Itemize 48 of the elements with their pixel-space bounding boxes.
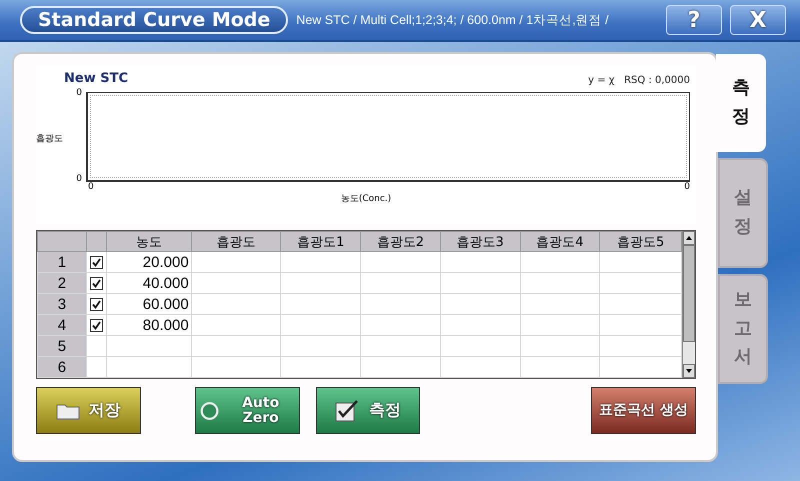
table-cell: 20.000 bbox=[106, 252, 192, 272]
axis-tick-label: 0 bbox=[76, 174, 82, 184]
save-button[interactable]: 저장 bbox=[36, 387, 141, 434]
close-button[interactable]: X bbox=[730, 5, 786, 35]
row-checkbox[interactable] bbox=[90, 298, 103, 312]
scroll-down-button[interactable] bbox=[683, 364, 695, 378]
row-number: 4 bbox=[38, 314, 86, 336]
chart-title: New STC bbox=[63, 71, 128, 86]
axis-tick-label: 0 bbox=[76, 88, 82, 98]
row-checkbox[interactable] bbox=[90, 277, 103, 290]
row-number: 1 bbox=[38, 252, 86, 272]
column-header: 흡광도 bbox=[191, 232, 281, 252]
curve-button[interactable]: 표준곡선 생성 bbox=[591, 387, 696, 434]
up-arrow-icon bbox=[686, 236, 692, 240]
column-header: 농도 bbox=[106, 232, 192, 252]
equation-label: y = χ RSQ : 0,0000 bbox=[588, 75, 690, 86]
side-tab[interactable]: 보고서 bbox=[718, 274, 768, 384]
table-cell: 80.000 bbox=[106, 314, 192, 336]
axis-tick-label: 0 bbox=[88, 182, 94, 192]
mode-title: Standard Curve Mode bbox=[20, 6, 288, 34]
side-tab[interactable]: 측정 bbox=[716, 54, 766, 152]
axis-label: 흡광도 bbox=[36, 133, 63, 145]
row-number: 3 bbox=[38, 294, 86, 314]
folder-icon bbox=[56, 402, 80, 420]
row-number: 6 bbox=[38, 356, 86, 378]
column-header: 흡광도1 bbox=[280, 232, 361, 252]
axis-label: 농도(Conc.) bbox=[340, 194, 392, 204]
scroll-up-button[interactable] bbox=[683, 231, 695, 245]
checkbox-pen-icon bbox=[334, 398, 361, 422]
column-header: 흡광도2 bbox=[360, 232, 440, 252]
measure-button[interactable]: 측정 bbox=[316, 387, 420, 434]
row-number: 2 bbox=[38, 272, 86, 294]
circle-icon bbox=[200, 400, 219, 422]
table-cell: 60.000 bbox=[106, 294, 192, 314]
column-header: 흡광도3 bbox=[440, 232, 520, 252]
row-number: 5 bbox=[38, 336, 86, 356]
axis-tick-label: 0 bbox=[684, 182, 690, 192]
row-checkbox[interactable] bbox=[90, 319, 103, 332]
column-header: 흡광도4 bbox=[520, 232, 600, 252]
mode-info: New STC / Multi Cell;1;2;3;4; / 600.0nm / 1차곡선,원점 / bbox=[296, 12, 610, 28]
scrollbar[interactable] bbox=[682, 231, 695, 378]
help-button[interactable]: ? bbox=[666, 5, 722, 35]
table-cell: 40.000 bbox=[106, 272, 192, 294]
autozero-button[interactable]: Auto Zero bbox=[194, 387, 300, 434]
column-header: 흡광도5 bbox=[600, 232, 682, 252]
side-tab[interactable]: 설정 bbox=[718, 158, 768, 268]
down-arrow-icon bbox=[686, 369, 692, 373]
row-checkbox[interactable] bbox=[90, 256, 103, 270]
